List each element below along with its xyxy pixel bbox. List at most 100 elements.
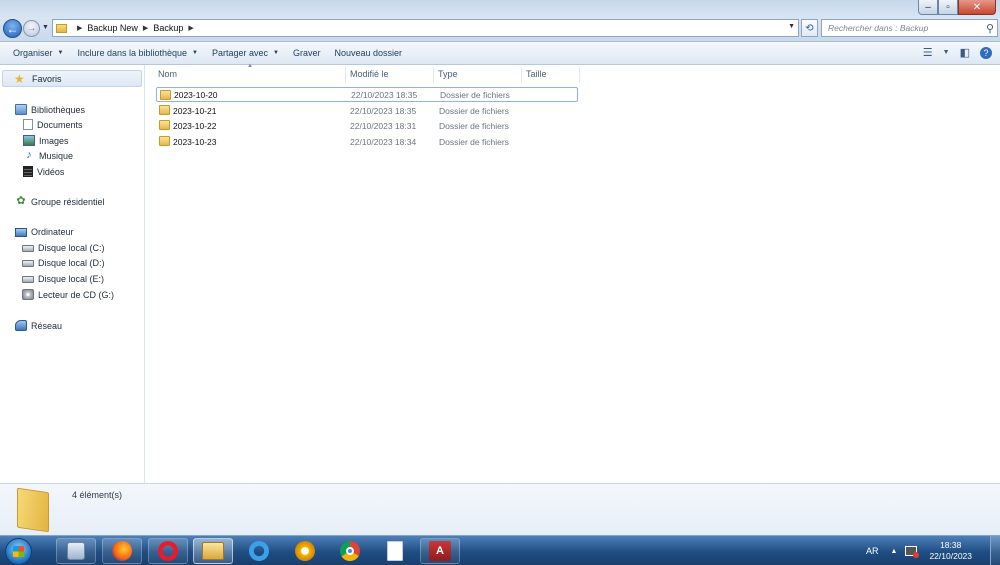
preview-pane-icon[interactable]: ◧ (960, 46, 970, 59)
file-modified: 22/10/2023 18:35 (350, 105, 417, 116)
folder-icon (159, 136, 170, 146)
nav-label: Groupe résidentiel (31, 196, 105, 207)
taskbar-app-internet-explorer[interactable] (239, 538, 279, 564)
nav-label: Lecteur de CD (G:) (38, 289, 115, 300)
item-count: 4 élément(s) (72, 490, 123, 500)
taskbar-app-media-player[interactable] (56, 538, 96, 564)
file-type: Dossier de fichiers (439, 136, 509, 147)
nav-label: Disque local (C:) (38, 243, 105, 253)
nav-item-homegroup[interactable]: ✿ Groupe résidentiel (15, 196, 105, 207)
show-desktop-button[interactable] (990, 536, 1000, 565)
clock[interactable]: 18:38 22/10/2023 (929, 540, 972, 562)
nav-item-drive-c[interactable]: Disque local (C:) (22, 243, 105, 253)
nav-item-videos[interactable]: Vidéos (23, 166, 64, 177)
breadcrumb-separator-icon[interactable]: ▶ (143, 24, 148, 32)
images-icon (23, 135, 35, 146)
column-header-modified[interactable]: Modifié le (350, 69, 389, 79)
file-name: 2023-10-23 (173, 136, 217, 147)
nav-item-documents[interactable]: Documents (23, 119, 83, 130)
maximize-button[interactable]: ▫ (938, 0, 958, 15)
forward-button[interactable]: → (23, 20, 40, 37)
column-header-name[interactable]: Nom (158, 69, 177, 79)
nav-label: Réseau (31, 320, 63, 331)
column-divider[interactable] (345, 67, 346, 83)
internet-explorer-icon (249, 541, 269, 561)
language-indicator[interactable]: AR (866, 546, 879, 556)
search-icon[interactable]: ⚲ (986, 22, 994, 35)
minimize-button[interactable]: – (918, 0, 938, 15)
include-library-button[interactable]: Inclure dans la bibliothèque ▼ (77, 48, 198, 58)
share-with-label: Partager avec (212, 48, 269, 58)
nav-item-images[interactable]: Images (23, 135, 69, 146)
include-library-label: Inclure dans la bibliothèque (77, 48, 188, 58)
breadcrumb-separator-icon[interactable]: ▶ (77, 24, 82, 32)
taskbar-app-explorer[interactable] (193, 538, 233, 564)
nav-label: Favoris (32, 73, 62, 84)
column-header-size[interactable]: Taille (526, 69, 547, 79)
burn-button[interactable]: Graver (293, 48, 321, 58)
organize-button[interactable]: Organiser ▼ (13, 48, 63, 58)
nav-item-computer[interactable]: Ordinateur (15, 227, 74, 237)
nav-item-music[interactable]: ♪ Musique (23, 150, 73, 161)
antivirus-icon (295, 541, 315, 561)
nav-item-drive-e[interactable]: Disque local (E:) (22, 274, 104, 284)
taskbar-app-opera[interactable] (148, 538, 188, 564)
window-controls: – ▫ ✕ (918, 0, 996, 15)
hard-drive-icon (22, 259, 34, 267)
file-type: Dossier de fichiers (440, 89, 510, 100)
nav-label: Bibliothèques (31, 104, 86, 115)
start-button[interactable] (5, 538, 32, 565)
share-with-button[interactable]: Partager avec ▼ (212, 48, 279, 58)
command-bar: Organiser ▼ Inclure dans la bibliothèque ▼… (0, 42, 1000, 65)
nav-label: Vidéos (37, 166, 65, 177)
details-pane: 4 élément(s) (0, 483, 1000, 535)
film-icon (23, 166, 33, 177)
system-tray: AR ▲ 18:38 22/10/2023 (866, 536, 1000, 565)
chevron-down-icon[interactable]: ▼ (943, 49, 950, 56)
change-view-icon[interactable]: ☰ (923, 46, 933, 59)
close-button[interactable]: ✕ (958, 0, 996, 15)
taskbar-app-chrome[interactable] (330, 538, 370, 564)
column-divider[interactable] (521, 67, 522, 83)
breadcrumb-item[interactable]: Backup New (87, 23, 138, 33)
windows-explorer-icon (202, 542, 224, 560)
taskbar-app-access[interactable]: A (420, 538, 460, 564)
search-input[interactable]: Rechercher dans : Backup ⚲ (821, 19, 998, 37)
chevron-down-icon: ▼ (192, 50, 198, 56)
refresh-button[interactable]: ⟲ (801, 19, 818, 37)
breadcrumb-separator-icon[interactable]: ▶ (188, 24, 193, 32)
file-row[interactable]: 2023-10-22 22/10/2023 18:31 Dossier de f… (156, 118, 578, 133)
new-folder-label: Nouveau dossier (334, 48, 403, 58)
chevron-down-icon[interactable]: ▼ (788, 23, 795, 30)
breadcrumb-item[interactable]: Backup (153, 23, 183, 33)
music-note-icon: ♪ (26, 149, 32, 161)
network-status-icon[interactable] (905, 546, 920, 558)
recent-pages-dropdown[interactable]: ▼ (42, 24, 49, 31)
nav-item-cd-drive[interactable]: Lecteur de CD (G:) (22, 289, 114, 300)
chrome-center-icon (346, 547, 354, 555)
clock-date: 22/10/2023 (929, 551, 972, 561)
taskbar-app-avast[interactable] (285, 538, 325, 564)
nav-item-favorites[interactable]: ★ Favoris (2, 70, 142, 87)
chevron-down-icon: ▼ (57, 50, 64, 56)
taskbar-app-firefox[interactable] (102, 538, 142, 564)
file-modified: 22/10/2023 18:35 (351, 89, 418, 100)
file-row[interactable]: 2023-10-21 22/10/2023 18:35 Dossier de f… (156, 103, 578, 118)
column-divider[interactable] (433, 67, 434, 83)
column-divider[interactable] (579, 67, 580, 83)
file-type: Dossier de fichiers (439, 120, 509, 131)
file-row[interactable]: 2023-10-20 22/10/2023 18:35 Dossier de f… (156, 87, 578, 102)
show-hidden-icons-icon[interactable]: ▲ (891, 548, 898, 555)
help-icon[interactable]: ? (980, 46, 992, 59)
file-row[interactable]: 2023-10-23 22/10/2023 18:34 Dossier de f… (156, 134, 578, 149)
back-button[interactable]: ← (3, 19, 22, 38)
address-bar[interactable]: ▶ Backup New ▶ Backup ▶ ▼ (52, 19, 799, 37)
nav-item-libraries[interactable]: Bibliothèques (15, 104, 85, 115)
folder-icon (56, 23, 67, 33)
new-folder-button[interactable]: Nouveau dossier (335, 48, 403, 58)
cd-drive-icon (22, 289, 34, 300)
taskbar-app-notepad[interactable] (375, 538, 415, 564)
nav-item-network[interactable]: Réseau (15, 320, 62, 331)
nav-item-drive-d[interactable]: Disque local (D:) (22, 258, 105, 268)
column-header-type[interactable]: Type (438, 69, 458, 79)
